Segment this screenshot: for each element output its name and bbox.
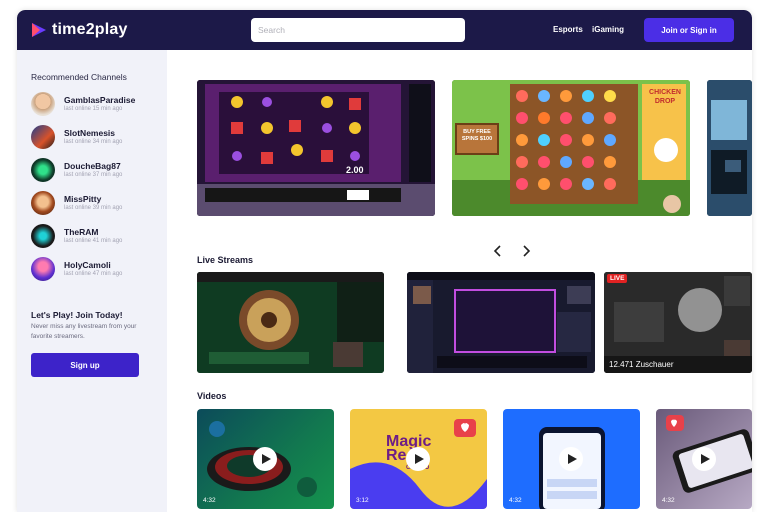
channel-name: DoucheBag87 xyxy=(64,161,121,171)
avatar xyxy=(31,191,55,215)
chevron-left-icon xyxy=(493,245,501,257)
avatar xyxy=(31,257,55,281)
channel-name: GamblasParadise xyxy=(64,95,136,105)
channel-status: last online 39 min ago xyxy=(64,205,123,211)
recommended-channels-title: Recommended Channels xyxy=(31,72,127,82)
play-button[interactable] xyxy=(253,447,277,471)
video-card[interactable]: 4:32 xyxy=(503,409,640,509)
videos-title: Videos xyxy=(197,391,227,401)
nav-esports[interactable]: Esports xyxy=(553,25,583,34)
chevron-right-icon xyxy=(523,245,531,257)
channel-name: SlotNemesis xyxy=(64,128,116,138)
carousel-next-button[interactable] xyxy=(520,245,532,260)
avatar xyxy=(31,92,55,116)
video-card[interactable]: Magic Red CASINO 3:12 xyxy=(350,409,487,509)
main-content: 2.00 CHICKEN DROP BUY FREE SPINS $100 Li… xyxy=(167,50,752,512)
stream-thumbnail xyxy=(197,272,384,373)
play-button[interactable] xyxy=(406,447,430,471)
featured-slot-card[interactable]: 2.00 xyxy=(197,80,435,216)
channel-status: last online 47 min ago xyxy=(64,271,123,277)
channel-item[interactable]: GamblasParadise last online 15 min ago xyxy=(31,92,161,118)
channel-status: last online 34 min ago xyxy=(64,139,123,145)
app-window: time2play Esports iGaming Join or Sign i… xyxy=(17,10,752,512)
stream-thumbnail xyxy=(604,272,752,373)
stream-thumbnail xyxy=(407,272,595,373)
live-badge: LIVE xyxy=(607,274,628,283)
live-stream-card[interactable] xyxy=(197,272,384,373)
channel-item[interactable]: TheRAM last online 41 min ago xyxy=(31,224,161,250)
top-navbar: time2play Esports iGaming Join or Sign i… xyxy=(17,10,752,50)
logo-text: time2play xyxy=(52,21,128,38)
search-input[interactable] xyxy=(251,18,465,42)
logo[interactable]: time2play xyxy=(31,20,128,40)
channel-status: last online 41 min ago xyxy=(64,238,123,244)
video-card[interactable]: 4:32 xyxy=(656,409,752,509)
avatar xyxy=(31,158,55,182)
channel-item[interactable]: HolyCamoli last online 47 min ago xyxy=(31,257,161,283)
play-button[interactable] xyxy=(692,447,716,471)
avatar xyxy=(31,125,55,149)
channel-item[interactable]: SlotNemesis last online 34 min ago xyxy=(31,125,161,151)
video-card[interactable]: 4:32 xyxy=(197,409,334,509)
channel-item[interactable]: DoucheBag87 last online 37 min ago xyxy=(31,158,161,184)
channel-status: last online 15 min ago xyxy=(64,106,123,112)
promo-title: Let's Play! Join Today! xyxy=(31,310,123,320)
buy-free-spins-sign: BUY FREE SPINS $100 xyxy=(461,129,493,142)
live-streams-title: Live Streams xyxy=(197,255,254,265)
slot-game-title: CHICKEN DROP xyxy=(649,89,681,105)
promo-text: Never miss any livestream from your favo… xyxy=(31,323,137,340)
video-duration: 4:32 xyxy=(509,497,522,504)
channel-name: MissPitty xyxy=(64,194,102,204)
featured-slot-card[interactable]: CHICKEN DROP BUY FREE SPINS $100 xyxy=(452,80,690,216)
slot-thumbnail xyxy=(707,80,752,216)
viewer-count: 12.471 Zuschauer xyxy=(609,360,674,369)
video-duration: 4:32 xyxy=(203,497,216,504)
play-button[interactable] xyxy=(559,447,583,471)
channel-name: TheRAM xyxy=(64,227,99,237)
slot-win-amount: 2.00 xyxy=(346,165,364,175)
featured-slot-card-peek[interactable] xyxy=(707,80,752,216)
slot-thumbnail xyxy=(197,80,435,216)
avatar xyxy=(31,224,55,248)
carousel-prev-button[interactable] xyxy=(492,245,504,260)
logo-play-icon xyxy=(31,22,47,38)
join-signin-button[interactable]: Join or Sign in xyxy=(644,18,734,42)
video-duration: 4:32 xyxy=(662,497,675,504)
channel-item[interactable]: MissPitty last online 39 min ago xyxy=(31,191,161,217)
channel-status: last online 37 min ago xyxy=(64,172,123,178)
live-stream-card[interactable] xyxy=(407,272,595,373)
nav-igaming[interactable]: iGaming xyxy=(592,25,624,34)
video-duration: 3:12 xyxy=(356,497,369,504)
sign-up-button[interactable]: Sign up xyxy=(31,353,139,377)
channel-name: HolyCamoli xyxy=(64,260,111,270)
live-stream-card[interactable]: LIVE 12.471 Zuschauer xyxy=(604,272,752,373)
sidebar: Recommended Channels GamblasParadise las… xyxy=(17,50,167,512)
